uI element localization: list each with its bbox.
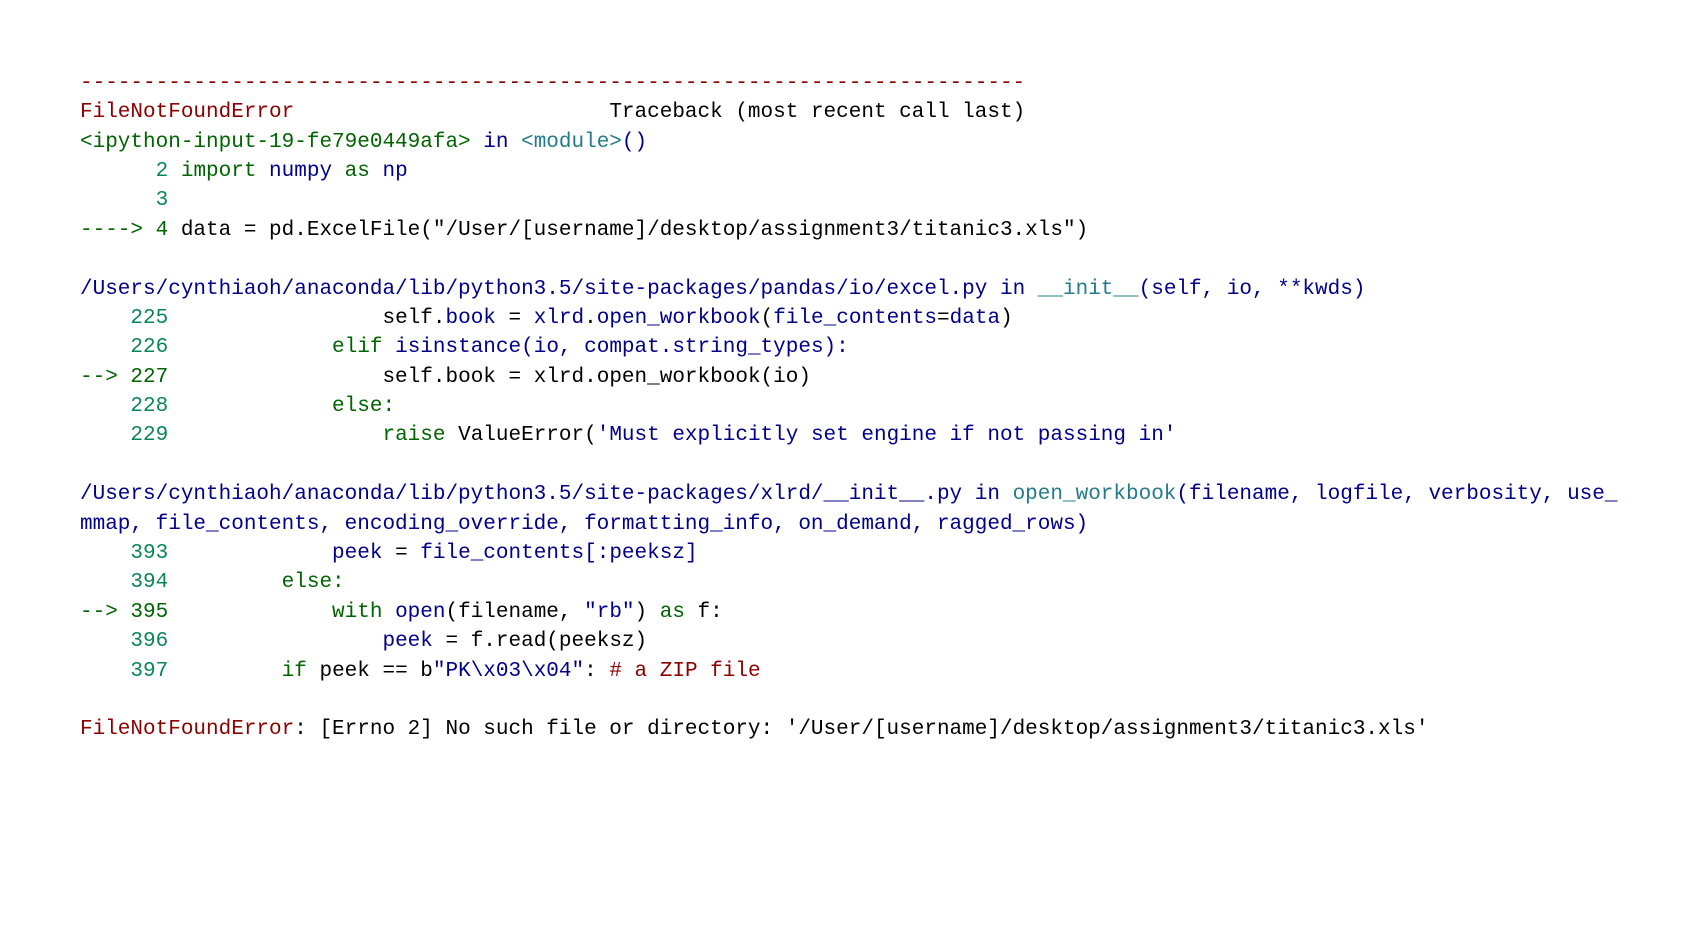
line-number: 394 — [80, 571, 168, 594]
token-data: data — [950, 307, 1000, 330]
module-ref: <module> — [521, 131, 622, 154]
eq: = — [496, 307, 534, 330]
line-number: 226 — [80, 336, 168, 359]
code-line: data = pd.ExcelFile("/User/[username]/de… — [168, 219, 1088, 242]
token-self: self — [168, 307, 433, 330]
function-name: open_workbook — [1013, 483, 1177, 506]
in-keyword: in — [987, 278, 1037, 301]
elif-keyword: elif — [168, 336, 382, 359]
line-number: 396 — [80, 630, 168, 653]
in-keyword: in — [962, 483, 1012, 506]
module-call: () — [622, 131, 647, 154]
code-remainder: = f.read(peeksz) — [433, 630, 647, 653]
token-file-contents: file_contents — [420, 542, 584, 565]
token-numpy: numpy — [256, 160, 332, 183]
bytes-literal: "PK\x03\x04" — [433, 660, 584, 683]
in-keyword: in — [471, 131, 521, 154]
line-number: 229 — [80, 424, 168, 447]
error-name: FileNotFoundError — [80, 101, 294, 124]
token-f: f: — [685, 601, 723, 624]
traceback-output: ----------------------------------------… — [80, 69, 1626, 745]
string-literal: 'Must explicitly set engine if not passi… — [597, 424, 1177, 447]
dot: . — [433, 366, 446, 389]
token-book: book — [445, 366, 495, 389]
line-number: 2 — [80, 160, 168, 183]
ipython-input-ref: <ipython-input-19-fe79e0449afa> — [80, 131, 471, 154]
token-xlrd: xlrd — [534, 307, 584, 330]
file-path: /Users/cynthiaoh/anaconda/lib/python3.5/… — [80, 278, 987, 301]
open-args: (filename, — [445, 601, 584, 624]
as-keyword: as — [332, 160, 370, 183]
token-self: self — [168, 366, 433, 389]
line-number: 3 — [80, 189, 168, 212]
code-remainder: = xlrd.open_workbook(io) — [496, 366, 811, 389]
else-keyword: else: — [168, 395, 395, 418]
import-keyword: import — [168, 160, 256, 183]
divider-line: ----------------------------------------… — [80, 72, 1025, 95]
final-error-name: FileNotFoundError — [80, 718, 294, 741]
peek-eq: peek == b — [307, 660, 433, 683]
dot: . — [433, 307, 446, 330]
token-open-workbook: open_workbook — [597, 307, 761, 330]
if-keyword: if — [168, 660, 307, 683]
spacer — [294, 101, 609, 124]
colon: : — [584, 660, 597, 683]
final-error-message: : [Errno 2] No such file or directory: '… — [294, 718, 1428, 741]
function-args: (self, io, **kwds) — [1139, 278, 1366, 301]
token-np: np — [370, 160, 408, 183]
lparen: ( — [761, 307, 774, 330]
comment: # a ZIP file — [597, 660, 761, 683]
with-keyword: with — [168, 601, 382, 624]
function-name: __init__ — [1038, 278, 1139, 301]
arrow-marker: ----> 4 — [80, 219, 168, 242]
as-keyword: as — [647, 601, 685, 624]
token-peek: peek — [168, 542, 382, 565]
slice: [:peeksz] — [584, 542, 697, 565]
raise-keyword: raise — [168, 424, 445, 447]
token-book: book — [446, 307, 496, 330]
rparen: ) — [635, 601, 648, 624]
isinstance-args: (io, compat.string_types): — [521, 336, 849, 359]
line-number: 225 — [80, 307, 168, 330]
arrow-marker: --> 395 — [80, 601, 168, 624]
arrow-marker: --> 227 — [80, 366, 168, 389]
valueerror: ValueError( — [445, 424, 596, 447]
token-file-contents: file_contents — [773, 307, 937, 330]
open-builtin: open — [382, 601, 445, 624]
file-path: /Users/cynthiaoh/anaconda/lib/python3.5/… — [80, 483, 962, 506]
isinstance-keyword: isinstance — [382, 336, 521, 359]
eq: = — [382, 542, 420, 565]
dot: . — [584, 307, 597, 330]
line-number: 393 — [80, 542, 168, 565]
line-number: 397 — [80, 660, 168, 683]
traceback-label: Traceback (most recent call last) — [609, 101, 1025, 124]
else-keyword: else: — [168, 571, 344, 594]
token-peek: peek — [168, 630, 433, 653]
line-number: 228 — [80, 395, 168, 418]
eq: = — [937, 307, 950, 330]
string-literal: "rb" — [584, 601, 634, 624]
rparen: ) — [1000, 307, 1013, 330]
